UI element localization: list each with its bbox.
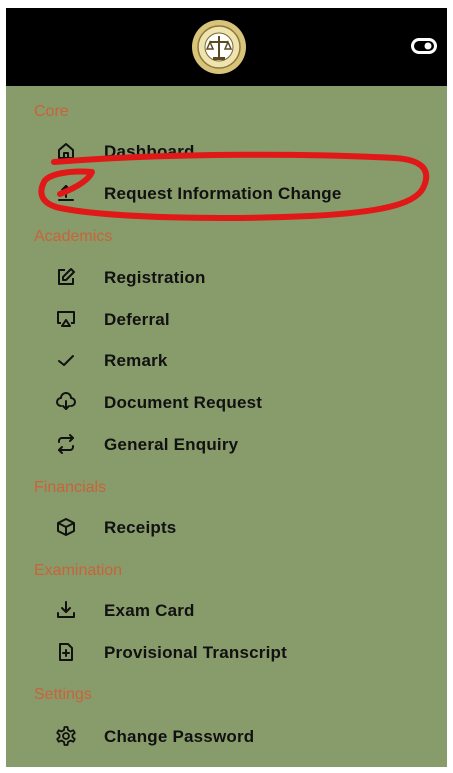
sidebar-item-label: Receipts bbox=[104, 518, 177, 537]
sidebar-header bbox=[6, 8, 447, 86]
gear-icon bbox=[55, 725, 77, 747]
box-icon bbox=[55, 516, 77, 538]
sidebar-item-label: Change Password bbox=[104, 727, 255, 746]
sidebar-item-label: Request Information Change bbox=[104, 184, 342, 203]
sidebar-item-dashboard[interactable]: Dashboard bbox=[6, 132, 447, 170]
sidebar: Core Dashboard Request Information Chang… bbox=[6, 8, 447, 767]
sidebar-item-general-enquiry[interactable]: General Enquiry bbox=[6, 425, 447, 463]
section-academics: Academics bbox=[34, 228, 113, 245]
sidebar-item-provisional-transcript[interactable]: Provisional Transcript bbox=[6, 633, 447, 671]
upload-arrow-icon bbox=[55, 182, 77, 204]
check-icon bbox=[55, 349, 77, 371]
edit-icon bbox=[55, 266, 77, 288]
section-core: Core bbox=[34, 103, 69, 120]
sidebar-item-exam-card[interactable]: Exam Card bbox=[6, 591, 447, 629]
sidebar-item-registration[interactable]: Registration bbox=[6, 258, 447, 296]
toggle-icon[interactable] bbox=[411, 38, 437, 54]
sidebar-item-deferral[interactable]: Deferral bbox=[6, 300, 447, 338]
sidebar-item-document-request[interactable]: Document Request bbox=[6, 383, 447, 421]
sidebar-item-label: Deferral bbox=[104, 310, 170, 329]
section-examination: Examination bbox=[34, 562, 123, 579]
cast-icon bbox=[55, 308, 77, 330]
home-icon bbox=[55, 140, 77, 162]
crest-logo-icon[interactable] bbox=[190, 18, 248, 76]
sidebar-item-label: Remark bbox=[104, 351, 168, 370]
sidebar-item-label: Provisional Transcript bbox=[104, 643, 287, 662]
sidebar-item-label: Document Request bbox=[104, 393, 263, 412]
section-financials: Financials bbox=[34, 479, 107, 496]
section-settings: Settings bbox=[34, 686, 92, 703]
sidebar-item-label: Dashboard bbox=[104, 142, 195, 161]
sidebar-item-label: Registration bbox=[104, 268, 206, 287]
file-plus-icon bbox=[55, 641, 77, 663]
repeat-icon bbox=[55, 433, 77, 455]
sidebar-item-receipts[interactable]: Receipts bbox=[6, 508, 447, 546]
sidebar-item-change-password[interactable]: Change Password bbox=[6, 717, 447, 755]
sidebar-item-request-information-change[interactable]: Request Information Change bbox=[6, 174, 447, 212]
sidebar-item-remark[interactable]: Remark bbox=[6, 341, 447, 379]
sidebar-item-label: Exam Card bbox=[104, 601, 195, 620]
sidebar-item-label: General Enquiry bbox=[104, 435, 239, 454]
download-icon bbox=[55, 599, 77, 621]
cloud-download-icon bbox=[55, 391, 77, 413]
